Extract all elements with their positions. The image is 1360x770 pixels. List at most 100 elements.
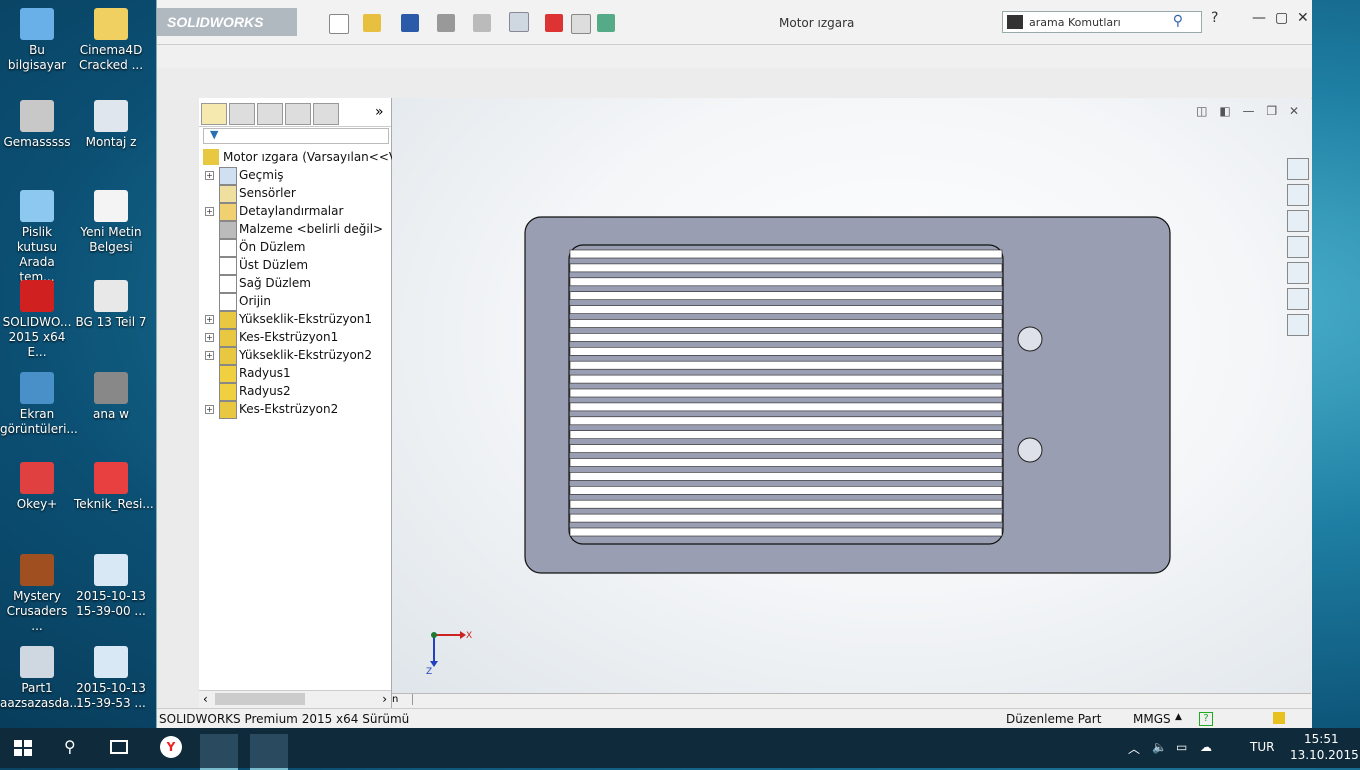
- desktop-shortcut[interactable]: Mystery Crusaders ...: [0, 554, 74, 634]
- undo-icon[interactable]: [473, 14, 491, 32]
- tree-item-label: Yükseklik-Ekstrüzyon2: [239, 348, 373, 362]
- expand-chevron-icon[interactable]: »: [375, 104, 384, 120]
- expand-icon[interactable]: +: [205, 333, 214, 342]
- tab-display-manager[interactable]: [313, 103, 339, 125]
- desktop-shortcut[interactable]: ana w: [74, 372, 148, 422]
- desktop-shortcut-label: BG 13 Teil 7: [75, 315, 147, 329]
- desktop-shortcut[interactable]: 2015-10-13 15-39-00 ...: [74, 554, 148, 619]
- desktop-shortcut[interactable]: Ekran görüntüleri...: [0, 372, 78, 437]
- vent-slot: [569, 360, 1003, 370]
- tab-feature-manager[interactable]: [201, 103, 227, 125]
- reference-triad: X Z: [426, 631, 472, 676]
- scroll-left-icon[interactable]: ‹: [203, 692, 208, 706]
- search-taskbar-icon[interactable]: ⚲: [64, 737, 76, 756]
- open-folder-icon[interactable]: [363, 14, 381, 32]
- desktop-shortcut[interactable]: Gemasssss: [0, 100, 74, 150]
- select-arrow-icon[interactable]: [509, 12, 529, 32]
- model-tabs-bar[interactable]: n: [392, 693, 1311, 708]
- start-button[interactable]: [14, 740, 32, 756]
- desktop-shortcut[interactable]: BG 13 Teil 7: [74, 280, 148, 330]
- bg13-icon: [94, 280, 128, 312]
- boss-extrude-icon: [219, 347, 237, 365]
- options-icon[interactable]: [597, 14, 615, 32]
- model-tab[interactable]: n: [392, 694, 413, 705]
- vent-slot: [569, 416, 1003, 426]
- desktop-shortcut[interactable]: 2015-10-13 15-39-53 ...: [74, 646, 148, 711]
- file-properties-icon[interactable]: [571, 14, 591, 34]
- network-icon[interactable]: ▭: [1176, 740, 1187, 754]
- desktop-shortcut[interactable]: Cinema4D Cracked ...: [74, 8, 148, 73]
- desktop-shortcut-label: Ekran görüntüleri...: [0, 407, 78, 436]
- forum-icon[interactable]: [1287, 314, 1309, 336]
- taskbar: ⚲ Y ︿ 🔈 ▭ ☁ TUR 15:51 13.10.2015: [0, 728, 1360, 770]
- graphics-area[interactable]: ◫ ◧ — ❐ ✕ X Z: [392, 98, 1311, 693]
- search-commands-input[interactable]: arama Komutları ⚲: [1002, 11, 1202, 33]
- tab-property-manager[interactable]: [229, 103, 255, 125]
- design-library-icon[interactable]: [1287, 184, 1309, 206]
- expand-icon[interactable]: +: [205, 315, 214, 324]
- expand-icon[interactable]: +: [205, 207, 214, 216]
- expand-icon[interactable]: +: [205, 171, 214, 180]
- solidworks-taskbar-icon[interactable]: [250, 734, 288, 770]
- custom-properties-icon[interactable]: [1287, 288, 1309, 310]
- clock-time[interactable]: 15:51: [1304, 732, 1339, 746]
- vent-slot: [569, 444, 1003, 453]
- file-explorer-icon[interactable]: [1287, 210, 1309, 232]
- expand-icon[interactable]: +: [205, 405, 214, 414]
- command-icon: [1007, 15, 1023, 29]
- tree-filter-input[interactable]: ▼: [203, 128, 389, 144]
- fillet-icon: [219, 383, 237, 401]
- close-button[interactable]: ✕: [1297, 10, 1309, 26]
- volume-icon[interactable]: 🔈: [1152, 740, 1167, 754]
- input-language[interactable]: TUR: [1250, 740, 1274, 754]
- desktop-shortcut[interactable]: Bu bilgisayar: [0, 8, 74, 73]
- desktop-shortcut[interactable]: SOLIDWO... 2015 x64 E...: [0, 280, 74, 360]
- maximize-button[interactable]: ▢: [1275, 10, 1288, 26]
- rebuild-icon[interactable]: [545, 14, 563, 32]
- view-palette-icon[interactable]: [1287, 236, 1309, 258]
- file-explorer-taskbar-icon[interactable]: [200, 734, 238, 770]
- part-model[interactable]: [392, 98, 1311, 693]
- new-document-icon[interactable]: [329, 14, 349, 34]
- vent-slot: [569, 277, 1003, 287]
- units-selector[interactable]: MMGS: [1133, 712, 1171, 726]
- plane-icon: [219, 275, 237, 293]
- yandex-browser-icon[interactable]: Y: [160, 736, 182, 758]
- minimize-button[interactable]: —: [1252, 10, 1266, 26]
- expand-icon[interactable]: +: [205, 351, 214, 360]
- desktop-shortcut[interactable]: Part1 aazsazasda...: [0, 646, 81, 711]
- desktop-shortcut[interactable]: Yeni Metin Belgesi: [74, 190, 148, 255]
- save-icon[interactable]: [401, 14, 419, 32]
- left-tool-strip: [157, 98, 200, 708]
- tree-horizontal-scrollbar[interactable]: ‹ ›: [199, 690, 391, 708]
- help-status-icon[interactable]: ?: [1199, 712, 1213, 726]
- desktop-shortcut[interactable]: Okey+: [0, 462, 74, 512]
- tree-item-label: Radyus1: [239, 366, 291, 380]
- units-chevron-icon[interactable]: ▲: [1175, 712, 1182, 722]
- desktop-shortcut[interactable]: Montaj z: [74, 100, 148, 150]
- tag-icon[interactable]: [1273, 712, 1285, 724]
- cloud-icon[interactable]: ☁: [1200, 740, 1212, 754]
- tab-configuration-manager[interactable]: [257, 103, 283, 125]
- desktop-shortcut[interactable]: Pislik kutusu Arada tem...: [0, 190, 74, 285]
- home-icon[interactable]: [1287, 158, 1309, 180]
- search-placeholder: arama Komutları: [1029, 16, 1121, 29]
- vent-slot: [569, 305, 1003, 314]
- appearances-icon[interactable]: [1287, 262, 1309, 284]
- solidworks-logo[interactable]: SOLIDWORKS: [157, 8, 297, 36]
- desktop-shortcut-label: Bu bilgisayar: [7, 43, 67, 72]
- tray-chevron-icon[interactable]: ︿: [1128, 740, 1140, 757]
- task-view-icon[interactable]: [110, 740, 128, 754]
- search-icon[interactable]: ⚲: [1173, 13, 1183, 29]
- help-icon[interactable]: ?: [1211, 10, 1218, 26]
- scroll-right-icon[interactable]: ›: [382, 692, 387, 706]
- tree-item-label: Kes-Ekstrüzyon2: [239, 402, 339, 416]
- desktop-shortcut[interactable]: Teknik_Resi...: [74, 462, 154, 512]
- pdf-icon: [94, 462, 128, 494]
- print-icon[interactable]: [437, 14, 455, 32]
- tab-dimxpert[interactable]: [285, 103, 311, 125]
- clock-date[interactable]: 13.10.2015: [1290, 748, 1359, 762]
- cinema4d-folder-icon: [94, 8, 128, 40]
- scroll-thumb[interactable]: [215, 693, 305, 705]
- tree-item-label: Yükseklik-Ekstrüzyon1: [239, 312, 373, 326]
